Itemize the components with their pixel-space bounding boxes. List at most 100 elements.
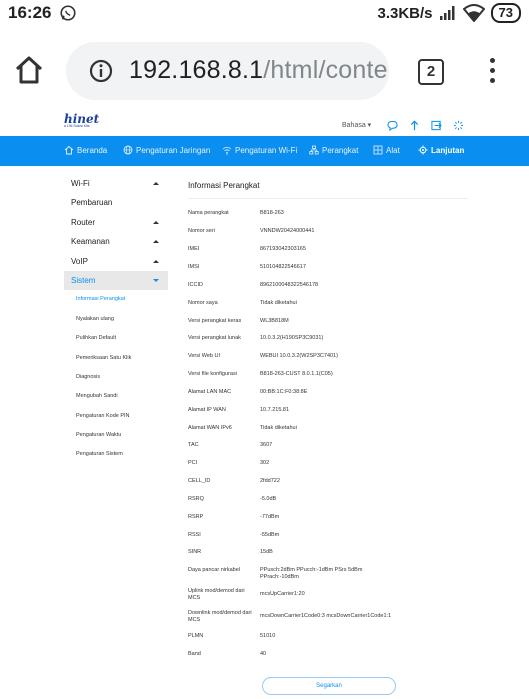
nav-pengaturan-jaringan[interactable]: Pengaturan Jaringan bbox=[123, 145, 210, 155]
sidebar-item-wifi[interactable]: Wi-Fi bbox=[64, 174, 168, 193]
row-value: 867193042303165 bbox=[260, 246, 306, 252]
globe-icon bbox=[123, 145, 133, 155]
row-label: SINR bbox=[188, 549, 202, 555]
nav-beranda[interactable]: Beranda bbox=[64, 145, 107, 155]
row-label-line: MCS bbox=[188, 616, 201, 623]
row-value: 10.7.215.81 bbox=[260, 407, 290, 413]
row-value: 3607 bbox=[260, 442, 273, 448]
subnav-informasi-perangkat[interactable]: Informasi Perangkat bbox=[64, 290, 168, 309]
address-bar[interactable]: 192.168.8.1/html/conte bbox=[66, 42, 389, 100]
row-value-line: PPusch:2dBm PPucch:-1dBm PSrs 5dBm bbox=[260, 567, 363, 573]
subnav-pemeriksaan-satu-klik[interactable]: Pemeriksaan Satu Klik bbox=[64, 349, 168, 368]
nav-lanjutan[interactable]: Lanjutan bbox=[418, 145, 464, 155]
menu-icon[interactable] bbox=[487, 58, 497, 88]
subnav-pengaturan-kode-pin[interactable]: Pengaturan Kode PIN bbox=[64, 407, 168, 426]
sidebar-item-pembaruan[interactable]: Pembaruan bbox=[64, 193, 168, 212]
row-value: 510104822546617 bbox=[260, 264, 306, 270]
row-label: Versi Web UI bbox=[188, 353, 220, 359]
row-value: B818-263-CUST 8.0.1.1(C05) bbox=[260, 371, 333, 377]
brand-logo: hinet a LIN Solusi Kits bbox=[64, 112, 100, 132]
nav-label: Pengaturan Wi-Fi bbox=[235, 145, 298, 155]
wifi-icon bbox=[462, 4, 485, 22]
row-label: RSRQ bbox=[188, 496, 204, 502]
subnav-pengaturan-waktu[interactable]: Pengaturan Waktu bbox=[64, 426, 168, 445]
subnav-mengubah-sandi[interactable]: Mengubah Sandi bbox=[64, 387, 168, 406]
row-value: B818-263 bbox=[260, 210, 284, 216]
sidebar-item-label: Sistem bbox=[71, 275, 96, 285]
subnav-pulihkan-default[interactable]: Pulihkan Default bbox=[64, 329, 168, 348]
clock: 16:26 bbox=[8, 3, 52, 22]
subnav-pengaturan-sistem[interactable]: Pengaturan Sistem bbox=[64, 445, 168, 464]
nav-perangkat[interactable]: Perangkat bbox=[309, 145, 358, 155]
signal-icon bbox=[439, 6, 455, 20]
row-value: 302 bbox=[260, 460, 270, 466]
row-value: -5.0dB bbox=[260, 496, 277, 502]
message-icon[interactable] bbox=[387, 120, 398, 131]
row-value: -77dBm bbox=[260, 514, 280, 520]
row-label: IMSI bbox=[188, 264, 200, 270]
row-label: PLMN bbox=[188, 633, 204, 639]
sidebar-item-label: Wi-Fi bbox=[71, 179, 90, 188]
row-label: TAC bbox=[188, 442, 199, 448]
row-label: PCI bbox=[188, 460, 198, 466]
row-value: -55dBm bbox=[260, 532, 280, 538]
nav-pengaturan-wifi[interactable]: Pengaturan Wi-Fi bbox=[222, 145, 297, 155]
row-value: VNNDW20424000441 bbox=[260, 228, 315, 234]
sidebar: Wi-Fi Pembaruan Router Keamanan VoIP Sis… bbox=[64, 174, 168, 465]
home-icon[interactable] bbox=[13, 54, 45, 86]
battery-icon: 73 bbox=[490, 3, 521, 23]
chevron-down-icon bbox=[153, 278, 159, 282]
refresh-button[interactable]: Segarkan bbox=[262, 677, 396, 695]
gear-icon bbox=[418, 145, 428, 155]
url-text[interactable]: 192.168.8.1/html/conte bbox=[129, 56, 388, 85]
sidebar-item-label: Router bbox=[71, 217, 96, 227]
logo-text: hinet bbox=[64, 112, 100, 126]
row-label: Alamat LAN MAC bbox=[188, 389, 232, 395]
row-label: Versi perangkat lunak bbox=[188, 335, 241, 341]
row-value: Tidak diketahui bbox=[260, 425, 297, 431]
info-icon[interactable] bbox=[89, 59, 113, 83]
sidebar-item-label: VoIP bbox=[71, 256, 88, 266]
language-selector[interactable]: Bahasa ▾ bbox=[342, 121, 371, 129]
page-title: Informasi Perangkat bbox=[188, 181, 260, 190]
row-value: 00:BB:1C:F0:38:8E bbox=[260, 389, 308, 395]
chevron-up-icon bbox=[153, 240, 159, 244]
divider bbox=[188, 198, 468, 199]
chevron-up-icon bbox=[153, 182, 159, 185]
upload-icon[interactable] bbox=[409, 120, 420, 131]
nav-label: Alat bbox=[386, 145, 400, 155]
sidebar-item-router[interactable]: Router bbox=[64, 213, 168, 232]
row-label: Versi perangkat keras bbox=[188, 318, 242, 324]
url-path: /html/conte bbox=[263, 56, 388, 84]
row-label: Alamat WAN IPv6 bbox=[188, 425, 232, 431]
row-label: CELL_ID bbox=[188, 478, 211, 484]
row-label: Nama perangkat bbox=[188, 210, 229, 216]
row-label: Downlink mod/demod dari MCS bbox=[188, 610, 256, 623]
row-value: 51010 bbox=[260, 633, 276, 639]
main-nav: Beranda Pengaturan Jaringan Pengaturan W… bbox=[0, 136, 529, 166]
url-host: 192.168.8.1 bbox=[129, 56, 264, 84]
subnav-nyalakan-ulang[interactable]: Nyalakan ulang bbox=[64, 310, 168, 329]
row-label: ICCID bbox=[188, 282, 203, 288]
whatsapp-icon bbox=[60, 5, 77, 21]
sidebar-item-sistem[interactable]: Sistem bbox=[64, 270, 168, 291]
row-label: Versi file konfigurasi bbox=[188, 371, 237, 377]
sidebar-item-keamanan[interactable]: Keamanan bbox=[64, 232, 168, 251]
row-value: WL3B818M bbox=[260, 318, 289, 324]
row-value-line: PPrach:-10dBm bbox=[260, 573, 299, 580]
row-value: mcsUpCarrier1:20 bbox=[260, 591, 305, 597]
network-speed: 3.3KB/s bbox=[377, 4, 433, 22]
row-value: 10.0.3.2(H190SP3C9031) bbox=[260, 335, 324, 341]
sidebar-item-label: Pembaruan bbox=[71, 198, 113, 208]
row-value: Tidak diketahui bbox=[260, 300, 297, 306]
logout-icon[interactable] bbox=[431, 120, 442, 131]
subnav-diagnosis[interactable]: Diagnosis bbox=[64, 368, 168, 387]
tabs-icon[interactable]: 2 bbox=[418, 59, 444, 85]
sidebar-item-voip[interactable]: VoIP bbox=[64, 252, 168, 271]
row-label: RSRP bbox=[188, 514, 204, 520]
nav-alat[interactable]: Alat bbox=[373, 145, 400, 155]
row-label-line: MCS bbox=[188, 594, 201, 601]
row-label: Daya pancar nirkabel bbox=[188, 567, 240, 573]
row-value: 8962100048322546178 bbox=[260, 282, 319, 288]
row-label: IMEI bbox=[188, 246, 200, 252]
